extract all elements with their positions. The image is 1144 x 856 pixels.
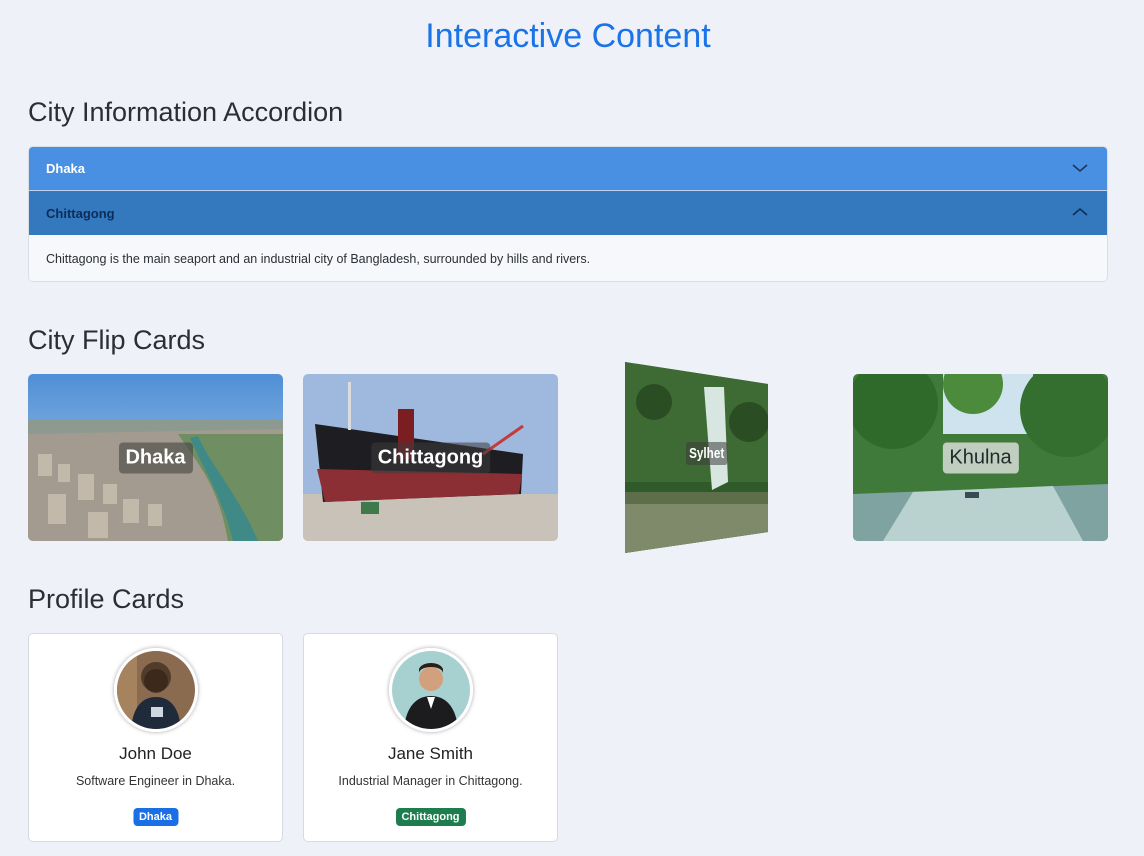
flip-card-sylhet[interactable]: Sylhet <box>624 362 770 554</box>
profile-name: Jane Smith <box>387 744 474 763</box>
avatar <box>389 648 473 732</box>
accordion-body: Chittagong is the main seaport and an in… <box>29 235 1107 281</box>
chevron-up-icon <box>1072 207 1088 216</box>
flip-card-chittagong[interactable]: Chittagong <box>303 374 558 541</box>
profile-card: Jane Smith Industrial Manager in Chittag… <box>303 633 558 842</box>
accordion-item-chittagong[interactable]: Chittagong <box>29 191 1107 235</box>
page: Interactive Content City Information Acc… <box>0 0 1144 856</box>
accordion-item-label: Dhaka <box>46 161 86 176</box>
page-title: Interactive Content <box>425 17 711 55</box>
avatar <box>114 648 198 732</box>
flip-card-label: Khulna <box>942 442 1019 473</box>
profile-card: John Doe Software Engineer in Dhaka. Dha… <box>28 633 283 842</box>
flip-card-label: Chittagong <box>370 442 491 473</box>
person-avatar-image <box>117 651 195 729</box>
city-accordion: Dhaka Chittagong Chittagong is the main … <box>28 146 1108 282</box>
accordion-item-label: Chittagong <box>46 205 115 221</box>
accordion-section-title: City Information Accordion <box>28 97 344 127</box>
profile-section-title: Profile Cards <box>28 584 185 614</box>
chevron-down-icon <box>1072 164 1088 173</box>
accordion-item-dhaka[interactable]: Dhaka <box>29 147 1107 191</box>
profile-role: Software Engineer in Dhaka. <box>75 774 236 788</box>
flip-section-title: City Flip Cards <box>28 325 206 355</box>
flip-card-dhaka[interactable]: Dhaka <box>28 374 283 541</box>
flip-card-khulna[interactable]: Khulna <box>853 374 1108 541</box>
profile-role: Industrial Manager in Chittagong. <box>338 774 523 788</box>
city-badge: Dhaka <box>132 808 179 826</box>
profile-name: John Doe <box>119 744 192 763</box>
person-avatar-image <box>392 651 470 729</box>
city-badge: Chittagong <box>395 808 466 826</box>
flip-card-label: Dhaka <box>118 442 193 473</box>
flip-card-label: Sylhet <box>686 442 728 465</box>
